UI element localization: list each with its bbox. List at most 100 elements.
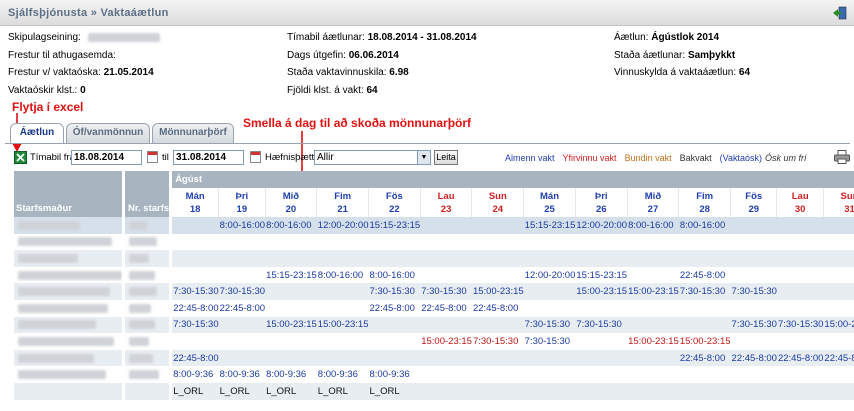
shift-cell[interactable] (472, 234, 524, 251)
shift-cell[interactable]: L_ORL (368, 382, 421, 400)
table-row[interactable]: 8:00-16:00 8:00-16:00 12:00-20:00 15:15-23:… (14, 217, 854, 234)
day-header-28[interactable]: Fim 28 (678, 188, 731, 217)
shift-cell[interactable] (731, 366, 777, 383)
table-row[interactable]: 15:15-23:15 8:00-16:00 8:00-16:00 12:00-20:… (14, 266, 854, 284)
skill-select[interactable]: Allir ▼ (314, 150, 431, 165)
shift-cell[interactable] (420, 217, 472, 234)
calendar-icon[interactable] (147, 151, 158, 163)
shift-cell[interactable] (823, 267, 854, 284)
shift-cell[interactable]: 7:30-15:30 (169, 316, 219, 334)
shift-cell[interactable]: 22:45-8:00 (219, 300, 265, 317)
shift-cell[interactable]: 8:00-9:36 (169, 366, 219, 383)
shift-cell[interactable] (730, 217, 777, 234)
shift-cell[interactable]: 8:00-9:36 (369, 366, 421, 383)
shift-cell[interactable]: 15:00-23:15 (627, 283, 679, 300)
shift-cell[interactable] (776, 250, 824, 267)
shift-cell[interactable]: 7:30-15:30 (524, 333, 576, 350)
day-header-19[interactable]: Þri 19 (218, 188, 266, 217)
day-header-25[interactable]: Mán 25 (523, 188, 576, 217)
shift-cell[interactable] (471, 382, 524, 400)
shift-cell[interactable] (420, 366, 472, 383)
shift-cell[interactable] (265, 283, 317, 300)
shift-cell[interactable] (523, 382, 576, 400)
shift-cell[interactable]: 22:45-8:00 (169, 299, 219, 317)
shift-cell[interactable]: 7:30-15:30 (575, 316, 628, 334)
shift-cell[interactable] (731, 333, 777, 350)
shift-cell[interactable] (627, 234, 679, 251)
day-header-20[interactable]: Mið 20 (264, 188, 317, 217)
shift-cell[interactable]: 12:00-20:00 (524, 267, 576, 284)
shift-cell[interactable] (523, 349, 576, 367)
day-header-21[interactable]: Fim 21 (316, 188, 369, 217)
shift-cell[interactable] (169, 333, 219, 350)
shift-cell[interactable]: 8:00-16:00 (369, 267, 421, 284)
shift-cell[interactable] (777, 300, 823, 317)
shift-cell[interactable]: 22:45-8:00 (776, 349, 824, 367)
shift-cell[interactable] (169, 233, 219, 251)
date-to-input[interactable] (173, 150, 244, 165)
shift-cell[interactable]: 7:30-15:30 (678, 283, 731, 300)
shift-cell[interactable]: L_ORL (218, 382, 266, 400)
shift-cell[interactable] (575, 382, 628, 400)
day-header-30[interactable]: Lau 30 (776, 188, 824, 217)
day-header-22[interactable]: Fös 22 (368, 188, 421, 217)
exit-icon[interactable] (832, 5, 848, 21)
shift-cell[interactable]: 22:45-8:00 (420, 300, 472, 317)
shift-cell[interactable]: 15:00-23:15 (265, 316, 317, 334)
shift-cell[interactable] (472, 267, 524, 284)
shift-cell[interactable] (823, 234, 854, 251)
shift-cell[interactable]: 12:00-20:00 (575, 217, 628, 234)
shift-cell[interactable]: 22:45-8:00 (369, 300, 421, 317)
shift-cell[interactable]: 8:00-9:36 (219, 366, 265, 383)
shift-cell[interactable]: 22:45-8:00 (823, 349, 854, 367)
shift-cell[interactable]: 7:30-15:30 (169, 283, 219, 300)
shift-cell[interactable]: 8:00-16:00 (265, 217, 317, 234)
shift-cell[interactable] (823, 300, 854, 317)
shift-cell[interactable] (679, 366, 731, 383)
shift-cell[interactable] (368, 349, 421, 367)
shift-cell[interactable] (575, 349, 628, 367)
shift-cell[interactable] (627, 316, 679, 334)
shift-cell[interactable] (730, 382, 777, 400)
shift-cell[interactable] (523, 250, 576, 267)
shift-cell[interactable]: L_ORL (316, 382, 369, 400)
shift-cell[interactable]: 7:30-15:30 (472, 333, 524, 350)
shift-cell[interactable] (420, 250, 472, 267)
shift-cell[interactable] (369, 234, 421, 251)
day-header-18[interactable]: Mán 18 (169, 188, 219, 217)
shift-cell[interactable] (823, 382, 854, 400)
shift-cell[interactable]: 22:45-8:00 (679, 267, 731, 284)
shift-cell[interactable] (730, 250, 777, 267)
shift-cell[interactable]: L_ORL (169, 382, 219, 400)
shift-cell[interactable] (776, 283, 824, 300)
shift-cell[interactable] (823, 217, 854, 234)
shift-cell[interactable]: 8:00-16:00 (218, 217, 266, 234)
shift-cell[interactable] (317, 234, 369, 251)
shift-cell[interactable]: 7:30-15:30 (218, 283, 266, 300)
shift-cell[interactable] (731, 267, 777, 284)
shift-cell[interactable] (471, 349, 524, 367)
shift-cell[interactable] (678, 250, 731, 267)
shift-cell[interactable] (731, 234, 777, 251)
shift-cell[interactable] (523, 283, 576, 300)
shift-cell[interactable] (369, 333, 421, 350)
day-header-31[interactable]: Sun31 (822, 188, 854, 217)
table-row[interactable]: 8:00-9:36 8:00-9:36 8:00-9:36 8:00-9:36 8:00… (14, 366, 854, 383)
shift-cell[interactable] (218, 349, 266, 367)
day-header-26[interactable]: Þri 26 (574, 188, 628, 217)
shift-cell[interactable] (777, 366, 823, 383)
shift-cell[interactable]: 15:00-23:15 (316, 316, 369, 334)
shift-cell[interactable] (317, 333, 369, 350)
shift-cell[interactable]: 8:00-16:00 (627, 217, 679, 234)
shift-cell[interactable]: 15:15-23:15 (575, 267, 627, 284)
shift-cell[interactable] (169, 266, 219, 284)
shift-cell[interactable] (218, 316, 266, 334)
shift-cell[interactable] (777, 234, 823, 251)
shift-cell[interactable] (420, 267, 472, 284)
shift-cell[interactable]: 7:30-15:30 (368, 283, 421, 300)
table-row[interactable]: 22:45-8:00 22:45-8:00 22:45-8:00 22:45-8:00… (14, 349, 854, 367)
shift-cell[interactable]: 12:00-20:00 (316, 217, 369, 234)
shift-cell[interactable] (420, 316, 472, 334)
shift-cell[interactable]: 15:00-23:15 (627, 333, 679, 350)
search-button[interactable]: Leita (434, 150, 458, 165)
